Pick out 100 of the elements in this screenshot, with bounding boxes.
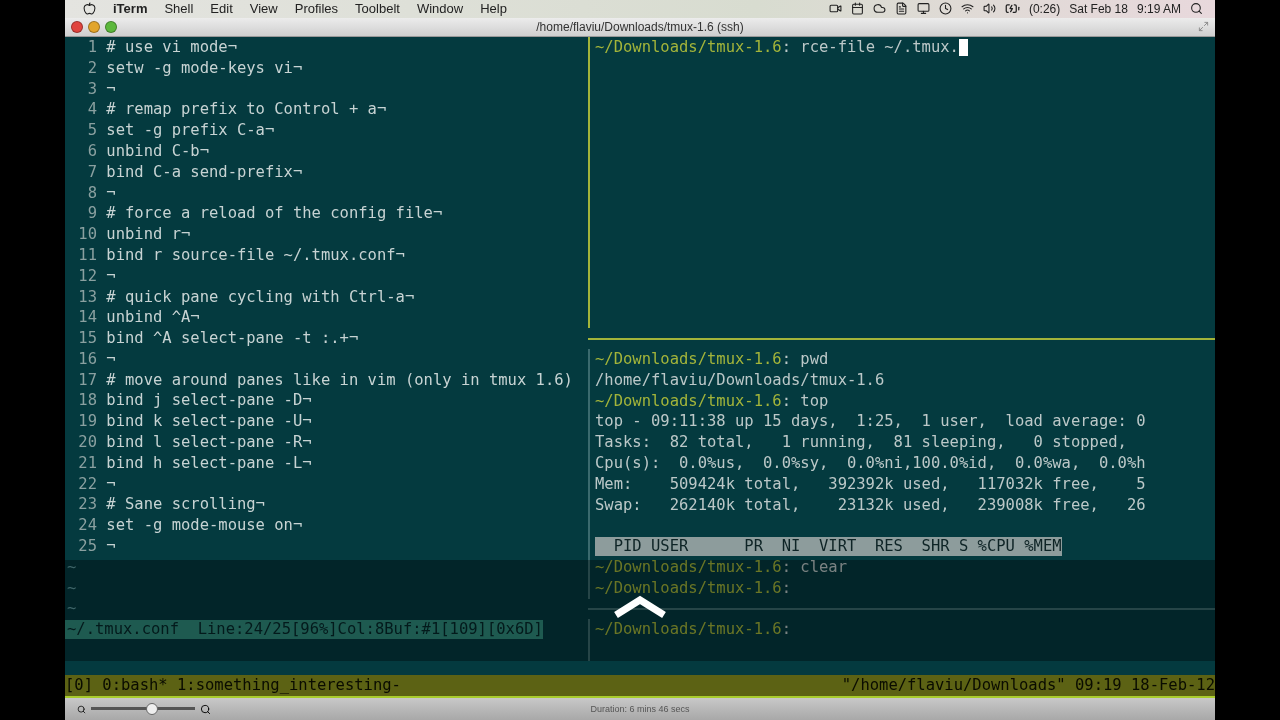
line-number: 21 <box>77 452 97 474</box>
line-number: 24 <box>77 515 97 537</box>
app-menu[interactable]: iTerm <box>113 1 148 17</box>
line-number: 25 <box>77 536 97 557</box>
code-line: setw -g mode-keys vi¬ <box>106 57 303 79</box>
code-line: bind l select-pane -R¬ <box>106 432 312 453</box>
window-list: [0] 0:bash* 1:something_interesting- <box>65 675 401 696</box>
line-number: 23 <box>77 494 97 516</box>
code-line: # Sane scrolling¬ <box>106 494 265 516</box>
search-icon[interactable] <box>1190 2 1203 16</box>
zoom-in-icon[interactable] <box>200 703 211 715</box>
code-line: bind ^A select-pane -t :.+¬ <box>106 328 359 349</box>
prompt-path: ~/Downloads/tmux-1.6 <box>595 619 782 641</box>
prompt-path: ~/Downloads/tmux-1.6 <box>595 36 782 58</box>
code-line: bind r source-file ~/.tmux.conf¬ <box>106 244 405 266</box>
code-line: # quick pane cycling with Ctrl-a¬ <box>106 286 415 308</box>
terminal-pane[interactable]: ~/Downloads/tmux-1.6: rce-file ~/.tmux. <box>588 36 1215 329</box>
line-number: 4 <box>86 99 97 121</box>
empty-line-marker: ~ <box>66 598 77 620</box>
output-line: Mem: 509424k total, 392392k used, 117032k free, 5 <box>595 473 1146 495</box>
line-number: 18 <box>77 390 97 412</box>
line-number: 9 <box>86 203 97 225</box>
zoom-out-icon[interactable] <box>77 704 86 714</box>
line-number: 1 <box>86 36 97 58</box>
code-line: unbind r¬ <box>106 224 191 245</box>
code-line: # use vi mode¬ <box>106 36 237 58</box>
code-line: ¬ <box>106 78 116 100</box>
apple-icon[interactable] <box>83 2 96 16</box>
code-line: set -g prefix C-a¬ <box>106 120 275 141</box>
window-title: /home/flaviu/Downloads/tmux-1.6 (ssh) <box>536 19 744 34</box>
output-line: /home/flaviu/Downloads/tmux-1.6 <box>595 369 885 391</box>
wifi-icon[interactable] <box>960 2 974 16</box>
command-text: : <box>781 577 791 599</box>
line-number: 17 <box>77 369 97 391</box>
document-icon[interactable] <box>894 2 908 16</box>
line-number: 16 <box>77 348 97 370</box>
line-number: 14 <box>77 307 97 329</box>
code-line: # force a reload of the config file¬ <box>106 203 443 225</box>
code-line: bind h select-pane -L¬ <box>106 452 312 474</box>
menu-item[interactable]: Shell <box>164 1 194 17</box>
output-line: Tasks: 82 total, 1 running, 81 sleeping, 0 stopped, <box>595 432 1127 453</box>
menu-time[interactable]: 9:19 AM <box>1136 2 1181 16</box>
line-number: 3 <box>86 78 97 100</box>
prompt-path: ~/Downloads/tmux-1.6 <box>595 348 782 370</box>
volume-icon[interactable] <box>982 2 996 16</box>
code-line: unbind C-b¬ <box>106 140 209 162</box>
empty-line-marker: ~ <box>66 556 77 578</box>
fullscreen-icon[interactable] <box>1198 21 1209 33</box>
line-number: 7 <box>86 161 97 183</box>
process-table-header: PID USER PR NI VIRT RES SHR S %CPU %MEM <box>595 537 1062 556</box>
prompt-path: ~/Downloads/tmux-1.6 <box>595 577 782 599</box>
line-number: 20 <box>77 432 97 453</box>
menu-item[interactable]: Toolbelt <box>355 1 400 17</box>
zoom-button[interactable] <box>105 20 117 33</box>
terminal-pane[interactable]: ~/Downloads/tmux-1.6: <box>588 619 1215 661</box>
menu-item[interactable]: Window <box>416 1 464 17</box>
code-line: bind k select-pane -U¬ <box>106 411 312 433</box>
battery-time: (0:26) <box>1028 2 1061 16</box>
code-line: ¬ <box>106 348 116 370</box>
monitor-icon[interactable] <box>916 2 930 16</box>
line-number: 19 <box>77 411 97 433</box>
command-text: : top <box>781 390 829 412</box>
line-number: 10 <box>77 224 97 245</box>
code-line: ¬ <box>106 473 116 495</box>
cloud-icon[interactable] <box>872 2 886 16</box>
line-number: 22 <box>77 473 97 495</box>
calendar-icon[interactable] <box>850 2 864 16</box>
line-number: 8 <box>86 182 97 204</box>
menu-item[interactable]: Profiles <box>294 1 339 17</box>
code-line: # move around panes like in vim (only in tmux 1.6) <box>106 369 573 391</box>
menu-item[interactable]: View <box>249 1 278 17</box>
output-line: Swap: 262140k total, 23132k used, 239008k free, 26 <box>595 494 1146 516</box>
command-text: : clear <box>781 556 847 578</box>
code-line: unbind ^A¬ <box>106 307 200 329</box>
menu-date[interactable]: Sat Feb 18 <box>1069 2 1128 16</box>
output-line: top - 09:11:38 up 15 days, 1:25, 1 user, load average: 0 <box>595 411 1146 433</box>
line-number: 2 <box>86 57 97 79</box>
code-line: set -g mode-mouse on¬ <box>106 515 303 537</box>
duration-text: Duration: 6 mins 46 secs <box>590 704 690 714</box>
empty-line-marker: ~ <box>66 577 77 599</box>
line-number: 11 <box>77 244 97 266</box>
output-line: Cpu(s): 0.0%us, 0.0%sy, 0.0%ni,100.0%id, 0.0%wa, 0.0%h <box>595 452 1146 474</box>
menu-item[interactable]: Edit <box>210 1 233 17</box>
line-number: 5 <box>86 120 97 141</box>
command-text: : rce-file ~/.tmux. <box>781 36 959 58</box>
code-line: bind j select-pane -D¬ <box>106 390 312 412</box>
code-line: ¬ <box>106 536 116 557</box>
close-button[interactable] <box>71 20 83 33</box>
prompt-path: ~/Downloads/tmux-1.6 <box>595 556 782 578</box>
clock-icon[interactable] <box>938 2 952 16</box>
command-text: : <box>781 619 791 641</box>
slider-thumb[interactable] <box>146 703 159 715</box>
menu-item[interactable]: Help <box>480 1 507 17</box>
minimize-button[interactable] <box>88 20 100 33</box>
code-line: # remap prefix to Control + a¬ <box>106 99 387 121</box>
code-line: ¬ <box>106 182 116 204</box>
command-text: : pwd <box>781 348 829 370</box>
line-number: 12 <box>77 265 97 287</box>
line-number: 6 <box>86 140 97 162</box>
line-number: 15 <box>77 328 97 349</box>
